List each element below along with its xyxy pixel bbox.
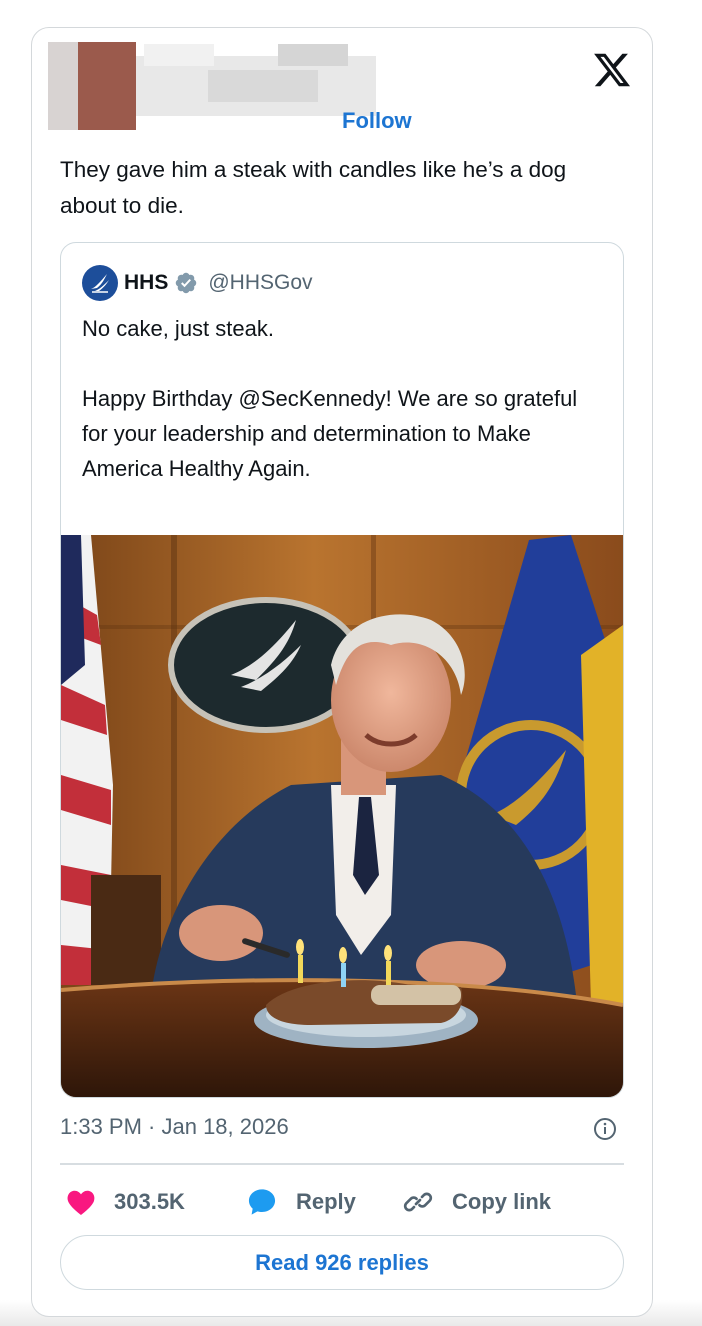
quoted-post-paragraph: No cake, just steak.: [82, 316, 274, 341]
reply-button[interactable]: Reply: [246, 1185, 356, 1219]
info-icon[interactable]: [593, 1117, 617, 1141]
quoted-post-paragraph: Happy Birthday @SecKennedy! We are so gr…: [82, 386, 578, 481]
link-icon: [403, 1192, 433, 1212]
quoted-post-text: No cake, just steak. Happy Birthday @Sec…: [82, 311, 602, 486]
quoted-display-name: HHS: [124, 271, 169, 294]
copy-link-label: Copy link: [452, 1189, 552, 1214]
x-logo-icon[interactable]: [592, 50, 632, 90]
quoted-handle: @HHSGov: [208, 271, 313, 294]
birthday-steak-photo[interactable]: [61, 535, 623, 1097]
hhs-eagle-icon: [91, 274, 109, 293]
post-text: They gave him a steak with candles like …: [60, 157, 567, 218]
hhs-avatar: [82, 265, 118, 301]
like-button[interactable]: 303.5K: [66, 1185, 185, 1219]
copy-link-button[interactable]: Copy link: [402, 1185, 551, 1219]
quoted-post[interactable]: HHS @HHSGov No cake, just steak. Happy B…: [60, 242, 624, 1098]
post-timestamp[interactable]: 1:33 PM · Jan 18, 2026: [60, 1114, 289, 1140]
verified-badge-icon: [176, 272, 197, 294]
quoted-post-header: HHS @HHSGov: [82, 264, 313, 302]
embedded-post-card: Follow They gave him a steak with candle…: [31, 27, 653, 1317]
reply-label: Reply: [296, 1189, 356, 1214]
reply-bubble-icon: [248, 1189, 276, 1215]
follow-button[interactable]: Follow: [342, 108, 412, 134]
read-replies-button[interactable]: Read 926 replies: [60, 1235, 624, 1290]
heart-icon: [67, 1190, 95, 1215]
like-count: 303.5K: [114, 1189, 185, 1214]
divider: [60, 1163, 624, 1165]
post-header: Follow: [48, 42, 638, 134]
post-actions: 303.5K Reply Copy link: [66, 1185, 626, 1219]
